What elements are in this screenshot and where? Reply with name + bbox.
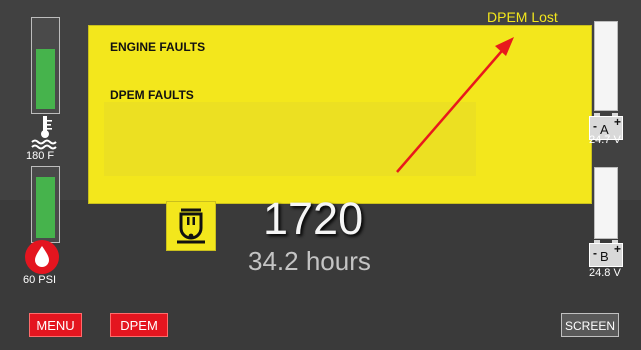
plus-sign: + [614,242,622,256]
coolant-temperature-icon [31,116,57,150]
battery-a-voltage: 24.7 V [589,134,621,146]
engine-faults-heading: ENGINE FAULTS [110,40,206,54]
engine-status-indicator[interactable] [166,201,216,251]
screen-button[interactable]: SCREEN [561,313,619,337]
engine-display: 180 F 60 PSI ENGINE FAULTS DPEM FAULTS D… [0,0,641,350]
oil-pressure-bar-fill [36,177,55,238]
dpem-button[interactable]: DPEM [110,313,168,337]
fault-panel: ENGINE FAULTS DPEM FAULTS [88,25,592,204]
coolant-temp-bar [31,17,60,114]
battery-a-neg-post [594,113,600,116]
minus-sign: - [593,246,597,260]
battery-b-bar [594,167,618,239]
battery-a-bar [594,21,618,111]
menu-button[interactable]: MENU [29,313,82,337]
dpem-status-text: DPEM Lost [487,9,558,25]
engine-rpm: 1720 [263,193,364,244]
plus-sign: + [614,115,622,129]
oil-pressure-label: 60 PSI [23,274,57,286]
battery-b-letter: B [600,249,609,264]
battery-b-voltage: 24.8 V [589,267,621,279]
minus-sign: - [593,119,597,133]
coolant-temp-label: 180 F [26,150,55,162]
battery-b-icon: - B + [589,240,623,267]
oil-pressure-bar [31,166,60,243]
dpem-faults-heading: DPEM FAULTS [110,88,194,102]
engine-hours: 34.2 hours [248,246,371,276]
oil-pressure-icon [25,240,59,274]
dpem-faults-list [104,102,476,176]
engine-icon [177,208,205,244]
coolant-temp-bar-fill [36,49,55,109]
battery-b-neg-post [594,240,600,243]
